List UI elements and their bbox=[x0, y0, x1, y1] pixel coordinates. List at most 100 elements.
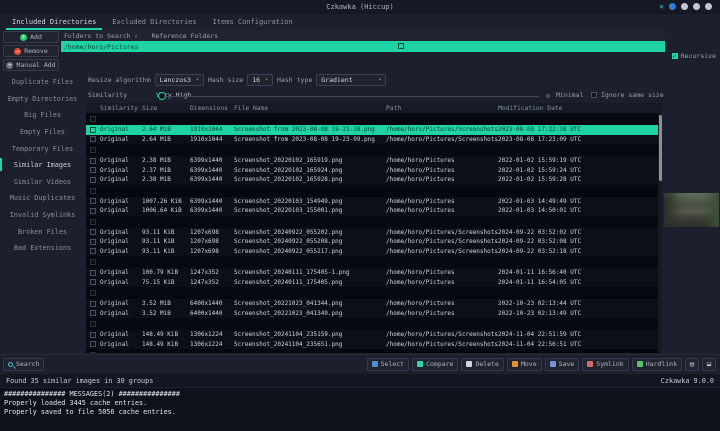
table-row[interactable]: Original148.49 KiB1306x1224Screenshot_20… bbox=[86, 330, 662, 340]
sidebar-item-big-files[interactable]: Big Files bbox=[0, 107, 85, 124]
vertical-scrollbar[interactable] bbox=[658, 113, 662, 353]
row-checkbox[interactable] bbox=[90, 279, 96, 285]
ignore-same-size-checkbox[interactable] bbox=[591, 92, 597, 98]
group-checkbox[interactable] bbox=[90, 219, 96, 225]
window-control-dot[interactable] bbox=[681, 3, 688, 10]
table-row[interactable]: Original2.37 MiB6399x1440Screenshot_2022… bbox=[86, 166, 662, 176]
indicator-dot-blue[interactable] bbox=[669, 3, 676, 10]
group-checkbox[interactable] bbox=[90, 147, 96, 153]
select-button[interactable]: Select bbox=[367, 358, 409, 371]
table-row[interactable]: Original100.79 KiB1247x352Screenshot_202… bbox=[86, 268, 662, 278]
folders-to-search-header[interactable]: Folders to Search ▾ bbox=[64, 32, 137, 40]
group-separator-row[interactable] bbox=[86, 113, 662, 125]
sidebar-item-similar-images[interactable]: Similar Images bbox=[0, 157, 85, 174]
group-checkbox[interactable] bbox=[90, 290, 96, 296]
group-separator-row[interactable] bbox=[86, 256, 662, 268]
column-header-file-name[interactable]: File Name bbox=[234, 105, 386, 112]
table-row[interactable]: Original1006.64 KiB6399x1440Screenshot_2… bbox=[86, 206, 662, 216]
row-checkbox[interactable] bbox=[90, 177, 96, 183]
similarity-slider-track[interactable] bbox=[164, 96, 539, 97]
group-separator-row[interactable] bbox=[86, 216, 662, 228]
table-row[interactable]: Original93.11 KiB1207x698Screenshot_2024… bbox=[86, 237, 662, 247]
row-checkbox[interactable] bbox=[90, 229, 96, 235]
row-checkbox[interactable] bbox=[90, 198, 96, 204]
cell-path: /home/horo/Pictures/Screenshots bbox=[386, 248, 498, 255]
row-checkbox[interactable] bbox=[90, 167, 96, 173]
table-row[interactable]: Original148.49 KiB1306x1224Screenshot_20… bbox=[86, 340, 662, 350]
sidebar-item-empty-files[interactable]: Empty Files bbox=[0, 124, 85, 141]
column-header-similarity[interactable]: Similarity bbox=[100, 105, 142, 112]
row-checkbox[interactable] bbox=[90, 158, 96, 164]
table-row[interactable]: Original93.11 KiB1207x698Screenshot_2024… bbox=[86, 228, 662, 238]
search-button[interactable]: Search bbox=[3, 358, 44, 371]
tab-items-configuration[interactable]: Items Configuration bbox=[207, 15, 299, 30]
row-checkbox[interactable] bbox=[90, 127, 96, 133]
table-row[interactable]: Original75.15 KiB1247x352Screenshot_2024… bbox=[86, 278, 662, 288]
compare-button[interactable]: Compare bbox=[412, 358, 458, 371]
sidebar-item-duplicate-files[interactable]: Duplicate Files bbox=[0, 74, 85, 91]
row-checkbox[interactable] bbox=[90, 136, 96, 142]
column-header-path[interactable]: Path bbox=[386, 105, 498, 112]
similarity-slider-handle[interactable] bbox=[158, 92, 166, 100]
row-checkbox[interactable] bbox=[90, 239, 96, 245]
table-row[interactable]: Original3.52 MiB6400x1440Screenshot_2022… bbox=[86, 309, 662, 319]
sidebar-item-similar-videos[interactable]: Similar Videos bbox=[0, 174, 85, 191]
hash-type-select[interactable]: Gradient ▾ bbox=[316, 74, 386, 86]
table-row[interactable]: Original93.11 KiB1207x698Screenshot_2024… bbox=[86, 247, 662, 257]
table-row[interactable]: Original2.64 MiB1910x1044Screenshot from… bbox=[86, 125, 662, 135]
tab-included-directories[interactable]: Included Directories bbox=[6, 15, 102, 30]
table-row[interactable]: Original2.38 MiB6399x1440Screenshot_2022… bbox=[86, 156, 662, 166]
symlink-button[interactable]: Symlink bbox=[582, 358, 628, 371]
preview-toggle-button[interactable]: ▤ bbox=[685, 358, 699, 371]
group-checkbox[interactable] bbox=[90, 188, 96, 194]
row-checkbox[interactable] bbox=[90, 208, 96, 214]
sidebar-item-invalid-symlinks[interactable]: Invalid Symlinks bbox=[0, 207, 85, 224]
row-checkbox[interactable] bbox=[90, 248, 96, 254]
tools-icon[interactable]: ✕ bbox=[659, 2, 664, 11]
column-header-dimensions[interactable]: Dimensions bbox=[190, 105, 234, 112]
group-separator-row[interactable] bbox=[86, 144, 662, 156]
delete-button[interactable]: Delete bbox=[461, 358, 503, 371]
recursive-checkbox[interactable] bbox=[672, 53, 678, 59]
row-checkbox[interactable] bbox=[90, 310, 96, 316]
column-header-modification-date[interactable]: Modification Date bbox=[498, 105, 662, 112]
sidebar-item-music-duplicates[interactable]: Music Duplicates bbox=[0, 190, 85, 207]
hardlink-button[interactable]: Hardlink bbox=[632, 358, 682, 371]
reference-folders-header[interactable]: Reference Folders bbox=[151, 32, 218, 40]
move-button[interactable]: Move bbox=[507, 358, 542, 371]
row-checkbox[interactable] bbox=[90, 332, 96, 338]
save-button[interactable]: Save bbox=[545, 358, 580, 371]
window-control-dot[interactable] bbox=[705, 3, 712, 10]
row-checkbox[interactable] bbox=[90, 270, 96, 276]
sidebar-item-broken-files[interactable]: Broken Files bbox=[0, 223, 85, 240]
row-checkbox[interactable] bbox=[90, 341, 96, 347]
tab-excluded-directories[interactable]: Excluded Directories bbox=[106, 15, 202, 30]
directory-row[interactable]: /home/horo/Pictures bbox=[61, 41, 665, 52]
table-row[interactable]: Original2.38 MiB6399x1440Screenshot_2022… bbox=[86, 175, 662, 185]
group-separator-row[interactable] bbox=[86, 185, 662, 197]
sidebar-item-temporary-files[interactable]: Temporary Files bbox=[0, 140, 85, 157]
reference-folder-checkbox[interactable] bbox=[398, 43, 404, 49]
group-checkbox[interactable] bbox=[90, 259, 96, 265]
sidebar-item-empty-directories[interactable]: Empty Directories bbox=[0, 91, 85, 108]
remove-button[interactable]: −Remove bbox=[3, 45, 59, 57]
group-separator-row[interactable] bbox=[86, 287, 662, 299]
group-checkbox[interactable] bbox=[90, 352, 96, 353]
add-button[interactable]: +Add bbox=[3, 31, 59, 43]
scrollbar-thumb[interactable] bbox=[659, 115, 662, 181]
hash-size-select[interactable]: 16 ▾ bbox=[247, 74, 273, 86]
column-header-size[interactable]: Size bbox=[142, 105, 190, 112]
group-separator-row[interactable] bbox=[86, 349, 662, 353]
group-separator-row[interactable] bbox=[86, 318, 662, 330]
row-checkbox[interactable] bbox=[90, 301, 96, 307]
manual-add-button[interactable]: +Manual Add bbox=[3, 59, 59, 71]
window-control-dot[interactable] bbox=[693, 3, 700, 10]
compact-toggle-button[interactable]: ⬓ bbox=[702, 358, 716, 371]
table-row[interactable]: Original1007.26 KiB6399x1440Screenshot_2… bbox=[86, 197, 662, 207]
group-checkbox[interactable] bbox=[90, 116, 96, 122]
group-checkbox[interactable] bbox=[90, 321, 96, 327]
table-row[interactable]: Original2.64 MiB1910x1044Screenshot from… bbox=[86, 135, 662, 145]
resize-algorithm-select[interactable]: Lanczos3 ▾ bbox=[155, 74, 204, 86]
sidebar-item-bad-extensions[interactable]: Bad Extensions bbox=[0, 240, 85, 257]
table-row[interactable]: Original3.52 MiB6400x1440Screenshot_2022… bbox=[86, 299, 662, 309]
